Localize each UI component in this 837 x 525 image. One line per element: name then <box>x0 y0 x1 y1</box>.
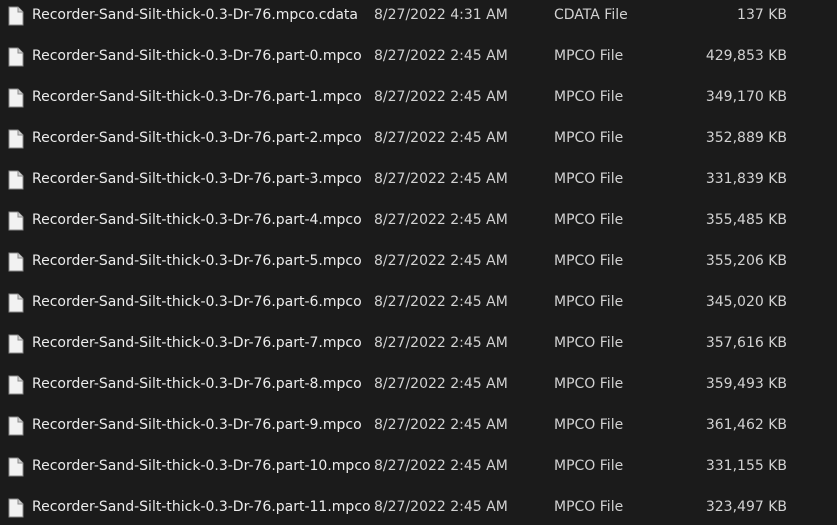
file-date-modified: 8/27/2022 2:45 AM <box>374 499 508 515</box>
file-type: MPCO File <box>554 212 624 228</box>
file-icon <box>8 211 24 231</box>
file-type: MPCO File <box>554 417 624 433</box>
file-type: MPCO File <box>554 499 624 515</box>
file-type: MPCO File <box>554 48 624 64</box>
file-date-modified: 8/27/2022 2:45 AM <box>374 212 508 228</box>
file-size: 361,462 KB <box>705 417 787 433</box>
file-icon <box>8 170 24 190</box>
file-date-modified: 8/27/2022 2:45 AM <box>374 89 508 105</box>
file-date-modified: 8/27/2022 2:45 AM <box>374 294 508 310</box>
file-size: 137 KB <box>737 7 787 23</box>
file-date-modified: 8/27/2022 4:31 AM <box>374 7 508 23</box>
file-icon <box>8 457 24 477</box>
file-row[interactable]: Recorder-Sand-Silt-thick-0.3-Dr-76.part-… <box>0 323 837 364</box>
file-name[interactable]: Recorder-Sand-Silt-thick-0.3-Dr-76.mpco.… <box>32 0 358 36</box>
file-type: MPCO File <box>554 171 624 187</box>
file-size: 323,497 KB <box>705 499 787 515</box>
file-name[interactable]: Recorder-Sand-Silt-thick-0.3-Dr-76.part-… <box>32 487 371 525</box>
file-name[interactable]: Recorder-Sand-Silt-thick-0.3-Dr-76.part-… <box>32 446 371 487</box>
file-name[interactable]: Recorder-Sand-Silt-thick-0.3-Dr-76.part-… <box>32 36 362 77</box>
file-row[interactable]: Recorder-Sand-Silt-thick-0.3-Dr-76.part-… <box>0 159 837 200</box>
file-date-modified: 8/27/2022 2:45 AM <box>374 376 508 392</box>
file-icon <box>8 47 24 67</box>
file-icon <box>8 293 24 313</box>
file-row[interactable]: Recorder-Sand-Silt-thick-0.3-Dr-76.part-… <box>0 446 837 487</box>
file-date-modified: 8/27/2022 2:45 AM <box>374 253 508 269</box>
file-row[interactable]: Recorder-Sand-Silt-thick-0.3-Dr-76.part-… <box>0 77 837 118</box>
file-size: 331,839 KB <box>705 171 787 187</box>
file-name[interactable]: Recorder-Sand-Silt-thick-0.3-Dr-76.part-… <box>32 159 362 200</box>
file-icon <box>8 416 24 436</box>
file-name[interactable]: Recorder-Sand-Silt-thick-0.3-Dr-76.part-… <box>32 364 362 405</box>
file-icon <box>8 88 24 108</box>
file-icon <box>8 498 24 518</box>
file-date-modified: 8/27/2022 2:45 AM <box>374 171 508 187</box>
file-row[interactable]: Recorder-Sand-Silt-thick-0.3-Dr-76.part-… <box>0 118 837 159</box>
file-type: MPCO File <box>554 294 624 310</box>
file-size: 429,853 KB <box>705 48 787 64</box>
file-row[interactable]: Recorder-Sand-Silt-thick-0.3-Dr-76.part-… <box>0 487 837 525</box>
file-list: Recorder-Sand-Silt-thick-0.3-Dr-76.mpco.… <box>0 0 837 525</box>
file-size: 345,020 KB <box>705 294 787 310</box>
file-type: MPCO File <box>554 335 624 351</box>
file-icon <box>8 375 24 395</box>
file-type: MPCO File <box>554 253 624 269</box>
file-icon <box>8 129 24 149</box>
file-size: 355,206 KB <box>705 253 787 269</box>
file-row[interactable]: Recorder-Sand-Silt-thick-0.3-Dr-76.part-… <box>0 36 837 77</box>
file-name[interactable]: Recorder-Sand-Silt-thick-0.3-Dr-76.part-… <box>32 77 362 118</box>
file-size: 349,170 KB <box>705 89 787 105</box>
file-date-modified: 8/27/2022 2:45 AM <box>374 130 508 146</box>
file-row[interactable]: Recorder-Sand-Silt-thick-0.3-Dr-76.part-… <box>0 405 837 446</box>
file-type: MPCO File <box>554 130 624 146</box>
file-size: 357,616 KB <box>705 335 787 351</box>
file-row[interactable]: Recorder-Sand-Silt-thick-0.3-Dr-76.part-… <box>0 282 837 323</box>
file-size: 352,889 KB <box>705 130 787 146</box>
file-row[interactable]: Recorder-Sand-Silt-thick-0.3-Dr-76.part-… <box>0 200 837 241</box>
file-row[interactable]: Recorder-Sand-Silt-thick-0.3-Dr-76.mpco.… <box>0 0 837 36</box>
file-row[interactable]: Recorder-Sand-Silt-thick-0.3-Dr-76.part-… <box>0 364 837 405</box>
file-type: MPCO File <box>554 458 624 474</box>
file-type: MPCO File <box>554 376 624 392</box>
file-name[interactable]: Recorder-Sand-Silt-thick-0.3-Dr-76.part-… <box>32 200 362 241</box>
file-name[interactable]: Recorder-Sand-Silt-thick-0.3-Dr-76.part-… <box>32 282 362 323</box>
file-row[interactable]: Recorder-Sand-Silt-thick-0.3-Dr-76.part-… <box>0 241 837 282</box>
file-size: 355,485 KB <box>705 212 787 228</box>
file-date-modified: 8/27/2022 2:45 AM <box>374 48 508 64</box>
file-name[interactable]: Recorder-Sand-Silt-thick-0.3-Dr-76.part-… <box>32 241 362 282</box>
file-name[interactable]: Recorder-Sand-Silt-thick-0.3-Dr-76.part-… <box>32 323 362 364</box>
file-size: 331,155 KB <box>705 458 787 474</box>
file-size: 359,493 KB <box>705 376 787 392</box>
file-icon <box>8 6 24 26</box>
file-name[interactable]: Recorder-Sand-Silt-thick-0.3-Dr-76.part-… <box>32 118 362 159</box>
file-type: CDATA File <box>554 7 628 23</box>
file-date-modified: 8/27/2022 2:45 AM <box>374 417 508 433</box>
file-icon <box>8 252 24 272</box>
file-icon <box>8 334 24 354</box>
file-type: MPCO File <box>554 89 624 105</box>
file-date-modified: 8/27/2022 2:45 AM <box>374 335 508 351</box>
file-name[interactable]: Recorder-Sand-Silt-thick-0.3-Dr-76.part-… <box>32 405 362 446</box>
file-date-modified: 8/27/2022 2:45 AM <box>374 458 508 474</box>
